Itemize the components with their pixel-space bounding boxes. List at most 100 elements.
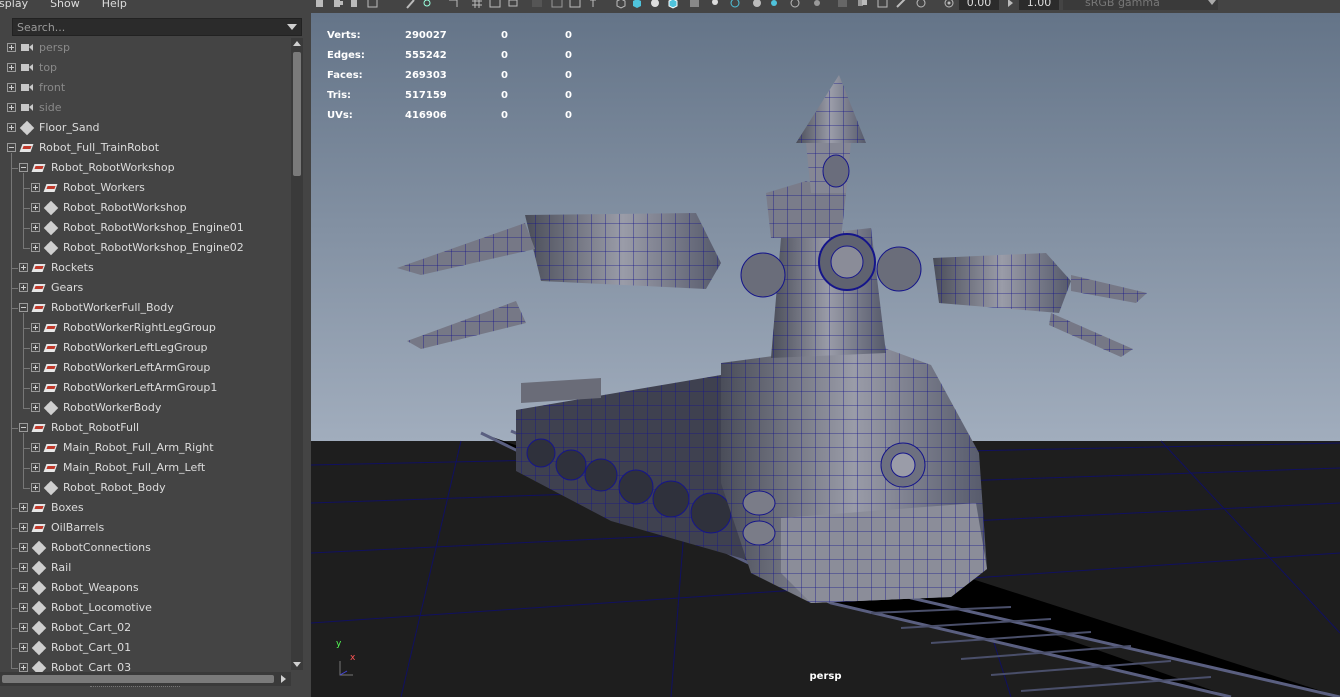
use-all-lights-icon[interactable] [709, 0, 721, 10]
expand-icon[interactable] [31, 203, 40, 212]
resolution-gate-icon[interactable] [507, 0, 519, 10]
expand-icon[interactable] [31, 403, 40, 412]
expand-icon[interactable] [7, 83, 16, 92]
outliner-item[interactable]: Gears [0, 278, 291, 298]
expand-icon[interactable] [19, 503, 28, 512]
safe-title-icon[interactable] [587, 0, 599, 10]
shadows-icon[interactable] [729, 0, 741, 10]
search-dropdown-icon[interactable] [287, 24, 297, 30]
expand-icon[interactable] [31, 463, 40, 472]
gamma-field[interactable]: 1.00 [1019, 0, 1059, 10]
outliner-item[interactable]: Rail [0, 558, 291, 578]
outliner-item[interactable]: Robot_RobotFull [0, 418, 291, 438]
viewport-panel[interactable]: 0.00 1.00 sRGB gamma Verts: 290027 0 0 E… [311, 0, 1340, 697]
outliner-item[interactable]: RobotWorkerLeftLegGroup [0, 338, 291, 358]
scrollbar-thumb-horizontal[interactable] [2, 675, 274, 683]
gate-mask-icon[interactable] [531, 0, 543, 10]
scroll-up-icon[interactable] [293, 41, 301, 46]
two-d-pan-icon[interactable] [421, 0, 433, 10]
search-input[interactable]: Search... [13, 21, 287, 34]
expand-icon[interactable] [7, 43, 16, 52]
expand-icon[interactable] [19, 643, 28, 652]
expand-icon[interactable] [7, 103, 16, 112]
outliner-item[interactable]: RobotWorkerLeftArmGroup [0, 358, 291, 378]
expand-icon[interactable] [19, 623, 28, 632]
menu-show[interactable]: Show [50, 0, 80, 10]
outliner-item[interactable]: Robot_RobotWorkshop [0, 198, 291, 218]
expand-icon[interactable] [31, 343, 40, 352]
exposure-icon[interactable] [943, 0, 955, 10]
collapse-icon[interactable] [19, 303, 28, 312]
textured-icon[interactable] [689, 0, 701, 10]
film-gate-icon[interactable] [489, 0, 501, 10]
exposure-field[interactable]: 0.00 [959, 0, 999, 10]
scroll-right-icon[interactable] [281, 675, 286, 683]
outliner-item[interactable]: Robot_Locomotive [0, 598, 291, 618]
expand-icon[interactable] [31, 383, 40, 392]
expand-icon[interactable] [31, 183, 40, 192]
outliner-item[interactable]: Robot_RobotWorkshop_Engine02 [0, 238, 291, 258]
outliner-item[interactable]: Robot_Full_TrainRobot [0, 138, 291, 158]
outliner-item[interactable]: Boxes [0, 498, 291, 518]
wireframe-on-shaded-icon[interactable] [667, 0, 679, 10]
expand-icon[interactable] [19, 283, 28, 292]
field-chart-icon[interactable] [551, 0, 563, 10]
expand-icon[interactable] [19, 263, 28, 272]
collapse-icon[interactable] [19, 423, 28, 432]
image-plane-icon[interactable] [367, 0, 379, 10]
outliner-item[interactable]: top [0, 58, 291, 78]
xray-joints-icon[interactable] [895, 0, 907, 10]
outliner-item[interactable]: Floor_Sand [0, 118, 291, 138]
outliner-item[interactable]: Main_Robot_Full_Arm_Left [0, 458, 291, 478]
expand-icon[interactable] [19, 563, 28, 572]
grid-icon[interactable] [471, 0, 483, 10]
outliner-item[interactable]: Robot_Cart_01 [0, 638, 291, 658]
expand-icon[interactable] [19, 523, 28, 532]
safe-action-icon[interactable] [569, 0, 581, 10]
expand-icon[interactable] [31, 223, 40, 232]
outliner-item[interactable]: RobotConnections [0, 538, 291, 558]
expand-icon[interactable] [31, 243, 40, 252]
expand-icon[interactable] [31, 363, 40, 372]
expand-icon[interactable] [31, 443, 40, 452]
outliner-item[interactable]: Robot_Cart_03 [0, 658, 291, 672]
camera-attributes-icon[interactable] [333, 0, 345, 10]
bookmark-icon[interactable] [349, 0, 361, 10]
expand-icon[interactable] [7, 123, 16, 132]
expand-icon[interactable] [7, 63, 16, 72]
expand-icon[interactable] [19, 603, 28, 612]
outliner-item[interactable]: Robot_Workers [0, 178, 291, 198]
panel-resize-grip[interactable] [90, 686, 180, 690]
outliner-item[interactable]: front [0, 78, 291, 98]
xray-active-components-icon[interactable] [877, 0, 889, 10]
use-default-material-icon[interactable] [649, 0, 661, 10]
expand-icon[interactable] [19, 583, 28, 592]
outliner-item[interactable]: RobotWorkerFull_Body [0, 298, 291, 318]
train-robot-render[interactable] [311, 13, 1340, 697]
expand-icon[interactable] [31, 323, 40, 332]
motion-blur-icon[interactable] [769, 0, 781, 10]
outliner-horizontal-scrollbar[interactable] [0, 672, 291, 686]
outliner-item[interactable]: Robot_Cart_02 [0, 618, 291, 638]
color-space-dropdown[interactable]: sRGB gamma [1063, 0, 1218, 10]
gamma-icon[interactable] [1005, 0, 1017, 10]
grease-pencil-icon[interactable] [405, 0, 417, 10]
outliner-item[interactable]: OilBarrels [0, 518, 291, 538]
scroll-down-icon[interactable] [293, 662, 301, 667]
outliner-search-field[interactable]: Search... [12, 18, 302, 36]
screen-space-ao-icon[interactable] [751, 0, 763, 10]
expand-icon[interactable] [19, 543, 28, 552]
outliner-item[interactable]: Main_Robot_Full_Arm_Right [0, 438, 291, 458]
collapse-icon[interactable] [7, 143, 16, 152]
backface-culling-icon[interactable] [915, 0, 927, 10]
outliner-item[interactable]: RobotWorkerBody [0, 398, 291, 418]
isolate-select-icon[interactable] [837, 0, 849, 10]
outliner-vertical-scrollbar[interactable] [291, 38, 303, 670]
xray-icon[interactable] [857, 0, 869, 10]
menu-help[interactable]: Help [102, 0, 127, 10]
collapse-icon[interactable] [19, 163, 28, 172]
scrollbar-thumb[interactable] [293, 52, 301, 176]
outliner-item[interactable]: persp [0, 38, 291, 58]
chevron-down-icon[interactable] [1206, 0, 1218, 10]
outliner-item[interactable]: Robot_RobotWorkshop_Engine01 [0, 218, 291, 238]
